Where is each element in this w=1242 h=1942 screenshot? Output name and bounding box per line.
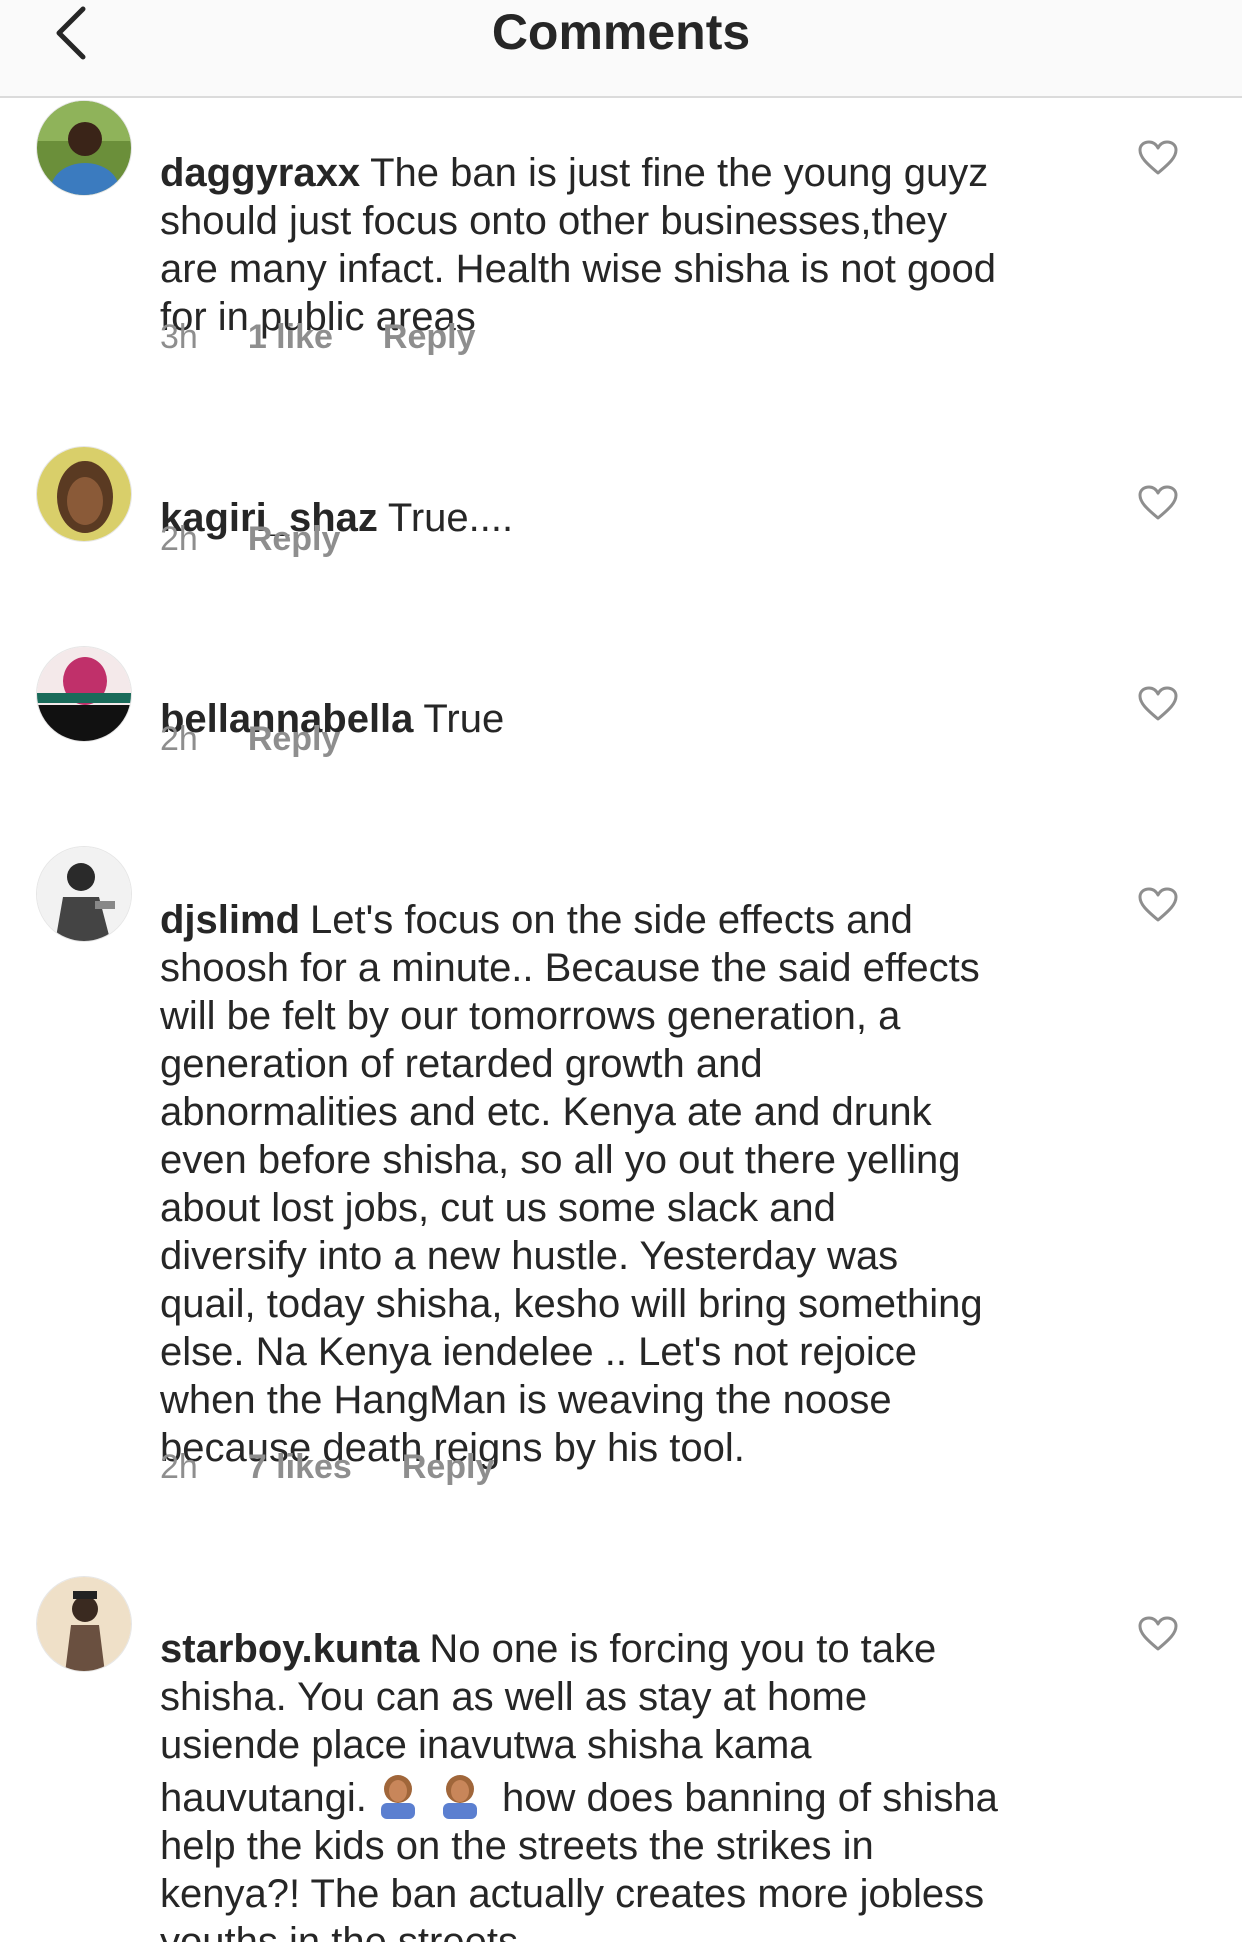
comment-text: starboy.kunta No one is forcing you to ta… — [160, 1577, 1080, 1942]
heart-icon[interactable] — [1138, 686, 1178, 722]
comment-likes[interactable]: 1 like — [248, 318, 333, 357]
face-palm-emoji-icon — [442, 1775, 477, 1819]
comment-body: Let's focus on the side effects and shoo… — [160, 898, 983, 1470]
comment-time: 2h — [160, 520, 198, 558]
comment-time: 2h — [160, 1448, 198, 1486]
comment-meta: 3h 1 like Reply — [160, 318, 476, 357]
heart-icon[interactable] — [1138, 140, 1178, 176]
top-navigation-bar: Comments — [0, 0, 1242, 98]
heart-icon[interactable] — [1138, 485, 1178, 521]
reply-button[interactable]: Reply — [383, 318, 476, 357]
heart-icon[interactable] — [1138, 887, 1178, 923]
comment-text: daggyraxx The ban is just fine the young … — [160, 101, 1080, 341]
face-palm-emoji-icon — [380, 1775, 415, 1819]
page-title: Comments — [491, 4, 751, 60]
comment-meta: 2h Reply — [160, 720, 340, 759]
avatar[interactable] — [36, 446, 132, 542]
reply-button[interactable]: Reply — [248, 720, 341, 759]
heart-icon[interactable] — [1138, 1616, 1178, 1652]
comment-username[interactable]: djslimd — [160, 898, 300, 942]
comment-likes[interactable]: 7 likes — [248, 1448, 352, 1487]
comment-body: True.... — [387, 496, 514, 540]
comment-username[interactable]: daggyraxx — [160, 151, 360, 195]
comment-text: djslimd Let's focus on the side effects a… — [160, 848, 1080, 1472]
comment-meta: 2h 7 likes Reply — [160, 1448, 494, 1487]
comments-screen: Comments daggyraxx The ban is just fine t… — [0, 0, 1242, 1942]
reply-button[interactable]: Reply — [248, 520, 341, 559]
comment-time: 3h — [160, 318, 198, 356]
comment-meta: 2h Reply — [160, 520, 340, 559]
avatar[interactable] — [36, 646, 132, 742]
avatar[interactable] — [36, 846, 132, 942]
comment-time: 2h — [160, 720, 198, 758]
avatar[interactable] — [36, 100, 132, 196]
avatar[interactable] — [36, 1576, 132, 1672]
reply-button[interactable]: Reply — [402, 1448, 495, 1487]
comment-body: True — [423, 697, 505, 741]
comment-username[interactable]: starboy.kunta — [160, 1627, 419, 1671]
